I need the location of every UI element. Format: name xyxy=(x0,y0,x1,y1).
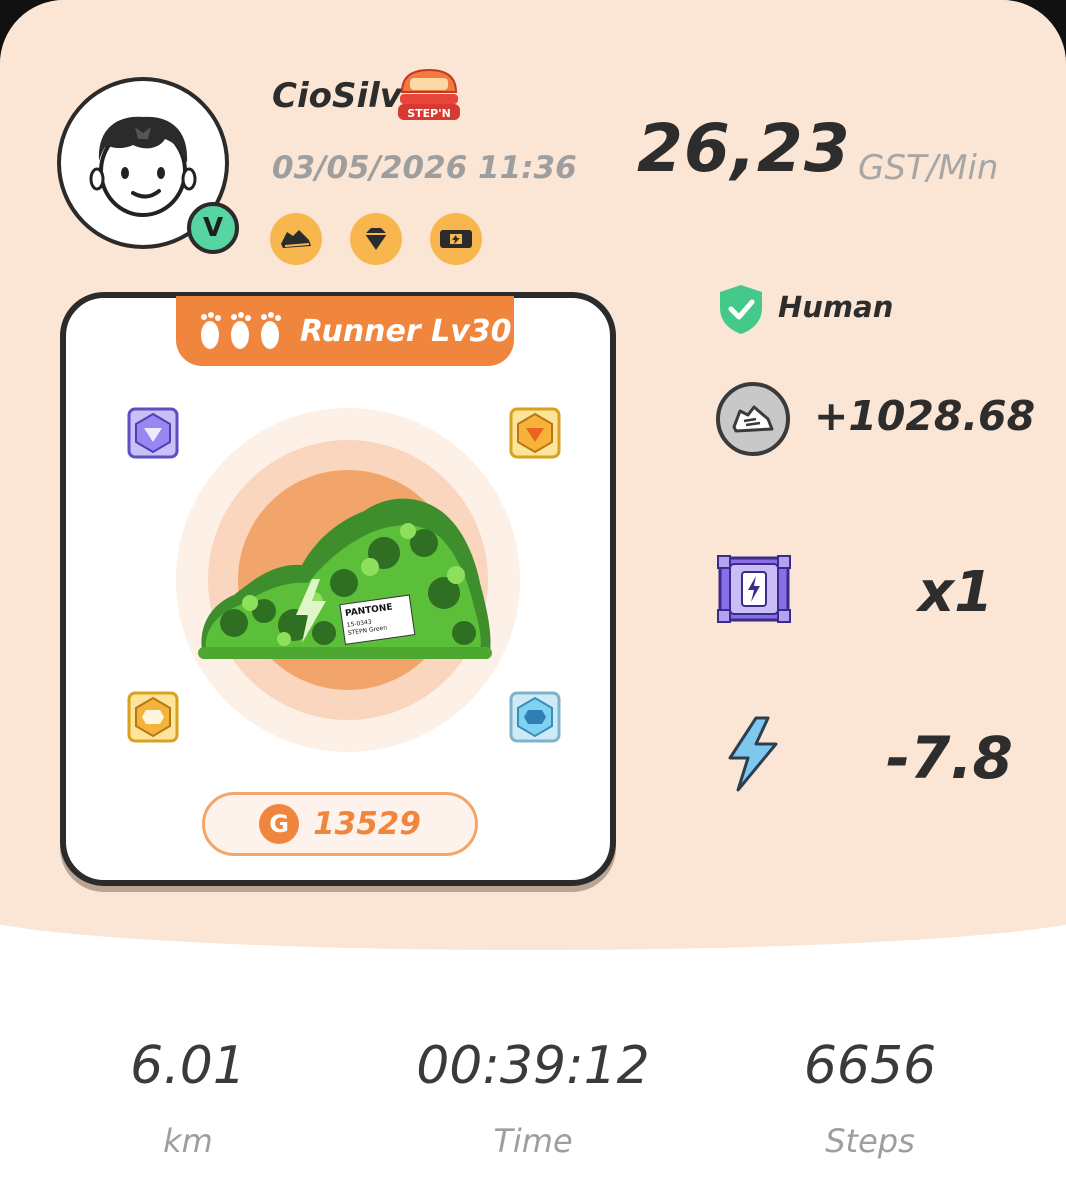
run-datetime: 03/05/2026 11:36 xyxy=(272,150,577,186)
steps-stat: 6656 Steps xyxy=(720,1036,1020,1160)
username: CioSilv xyxy=(272,76,402,116)
mystery-box-perk-icon[interactable] xyxy=(430,213,482,265)
distance-stat: 6.01 km xyxy=(38,1036,338,1160)
level-tab: Runner Lv30 xyxy=(176,296,514,366)
mystery-box-icon xyxy=(440,230,472,248)
time-label: Time xyxy=(493,1122,573,1160)
energy-value: -7.8 xyxy=(886,724,1013,792)
level-label: Runner Lv30 xyxy=(300,313,512,349)
gst-shoe-icon xyxy=(732,405,774,433)
sneaker-perk-icon[interactable] xyxy=(270,213,322,265)
orange-gem-socket-icon[interactable] xyxy=(126,690,180,744)
human-label: Human xyxy=(778,290,894,324)
gem-icon xyxy=(365,228,387,250)
gst-coin-icon xyxy=(716,382,790,456)
lightning-bolt-icon xyxy=(728,716,778,792)
gmt-coin-icon: G xyxy=(259,804,300,844)
run-summary-card: V CioSilv STEP'N 03/05/2026 11:36 26,23 … xyxy=(0,0,1066,1200)
mint-count-pill[interactable]: G 13529 xyxy=(202,792,478,856)
gst-earned-value: +1028.68 xyxy=(814,392,1036,440)
cyan-gem-socket-icon[interactable] xyxy=(508,690,562,744)
gst-rate-value: 26,23 xyxy=(637,110,851,187)
steps-value: 6656 xyxy=(803,1036,937,1096)
distance-value: 6.01 xyxy=(130,1036,246,1096)
mystery-box-icon xyxy=(717,555,791,623)
gst-rate-unit: GST/Min xyxy=(858,148,999,188)
sneaker-icon xyxy=(281,230,311,248)
yellow-gem-socket-icon[interactable] xyxy=(508,406,562,460)
distance-label: km xyxy=(163,1122,213,1160)
purple-gem-socket-icon[interactable] xyxy=(126,406,180,460)
verified-badge: V xyxy=(187,202,239,254)
shield-check-icon xyxy=(720,285,762,334)
time-value: 00:39:12 xyxy=(416,1036,650,1096)
stepn-logo-text: STEP'N xyxy=(407,107,451,120)
steps-label: Steps xyxy=(825,1122,915,1160)
stepn-logo-icon: STEP'N xyxy=(398,68,460,120)
time-stat: 00:39:12 Time xyxy=(383,1036,683,1160)
mint-value: 13529 xyxy=(313,806,421,842)
green-sneaker-image[interactable]: PANTONE 15-0343 STEPN Green xyxy=(194,483,494,673)
sneaker-card[interactable]: Runner Lv30 PANTONE 15-0343 STEPN Green … xyxy=(60,292,616,886)
footprints-icon xyxy=(201,312,281,349)
gem-perk-icon[interactable] xyxy=(350,213,402,265)
avatar-face-icon xyxy=(89,116,197,217)
mystery-box-count: x1 xyxy=(918,560,994,625)
